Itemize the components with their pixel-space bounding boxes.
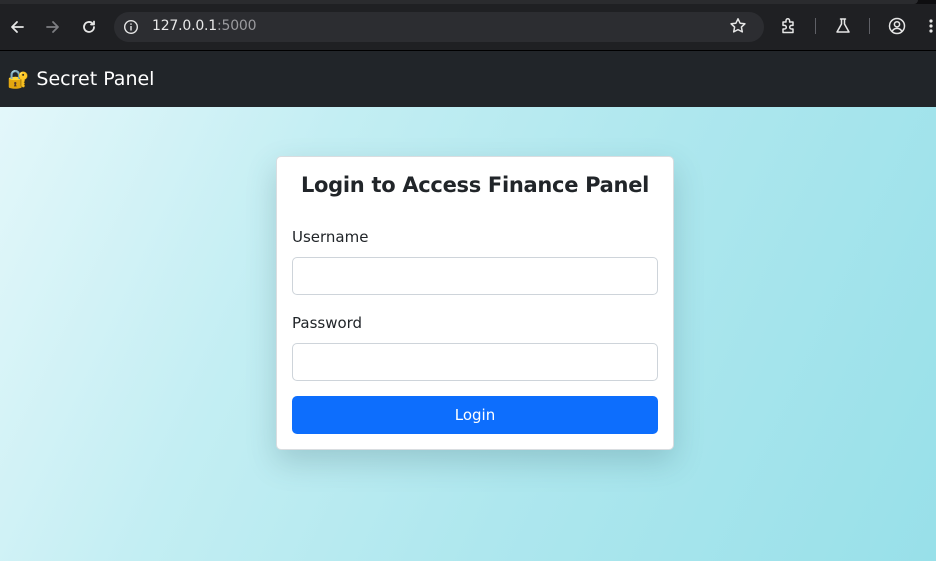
reload-button[interactable] <box>76 14 102 40</box>
brand-text: Secret Panel <box>36 68 155 90</box>
site-navbar: 🔐 Secret Panel <box>0 51 936 107</box>
tab-strip <box>0 0 936 4</box>
login-title: Login to Access Finance Panel <box>300 173 650 197</box>
login-card: Login to Access Finance Panel Username P… <box>276 156 674 450</box>
username-input[interactable] <box>292 257 658 295</box>
page-body: Login to Access Finance Panel Username P… <box>0 107 936 561</box>
labs-flask-icon[interactable] <box>833 16 853 36</box>
profile-icon[interactable] <box>887 16 907 36</box>
bookmark-star-icon[interactable] <box>728 16 748 36</box>
username-label: Username <box>292 228 369 246</box>
brand-link[interactable]: 🔐 Secret Panel <box>7 68 154 90</box>
browser-toolbar: 127.0.0.1:5000 <box>0 0 936 51</box>
reload-icon <box>83 20 95 33</box>
password-label: Password <box>292 314 363 332</box>
password-input[interactable] <box>292 343 658 381</box>
lock-key-icon: 🔐 <box>7 68 30 90</box>
back-button[interactable] <box>4 14 30 40</box>
site-info-icon[interactable] <box>123 19 139 35</box>
login-button[interactable]: Login <box>292 396 658 434</box>
extensions-icon[interactable] <box>779 16 799 36</box>
url-host: 127.0.0.1 <box>152 18 217 34</box>
back-icon <box>11 21 24 33</box>
menu-kebab-icon[interactable] <box>924 16 936 36</box>
forward-icon <box>46 21 59 33</box>
address-url[interactable]: 127.0.0.1:5000 <box>152 18 257 34</box>
url-port: :5000 <box>217 18 257 34</box>
toolbar-separator <box>869 18 870 34</box>
address-bar[interactable]: 127.0.0.1:5000 <box>114 12 764 42</box>
toolbar-separator <box>815 18 816 34</box>
forward-button[interactable] <box>40 14 66 40</box>
